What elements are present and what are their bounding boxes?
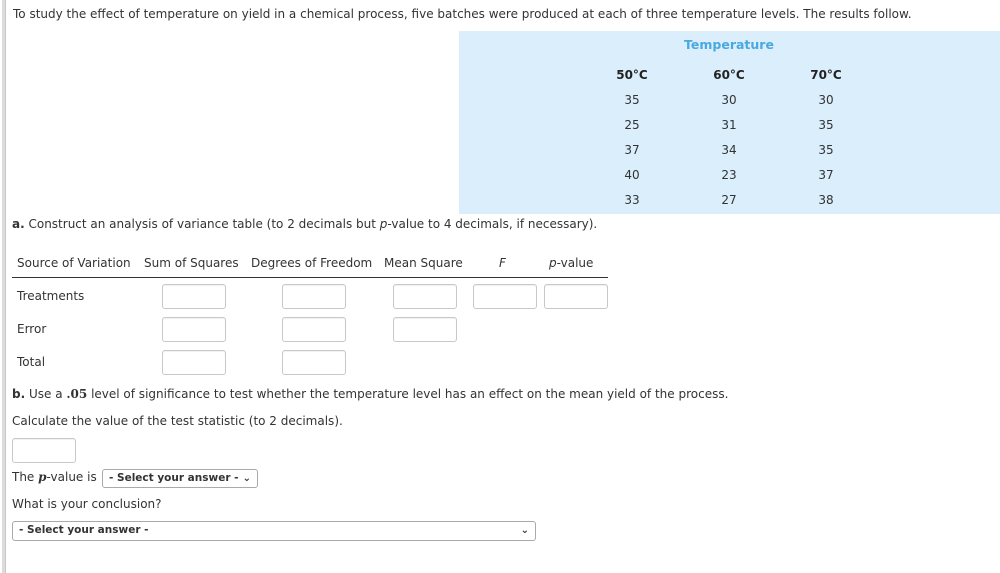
total-df-input[interactable] (282, 350, 346, 375)
cell: 37 (624, 143, 640, 157)
error-df-input[interactable] (282, 317, 346, 342)
treatments-df-input[interactable] (282, 284, 346, 309)
cell: 40 (624, 168, 640, 182)
cell: 25 (624, 118, 640, 132)
row-label-total: Total (17, 355, 46, 369)
header-p-value: p-value (549, 256, 593, 270)
cell: 33 (624, 193, 640, 207)
p-value-label-text: The (12, 470, 39, 484)
part-b-label: b. (12, 387, 26, 401)
error-ms-input[interactable] (393, 317, 457, 342)
treatments-ss-input[interactable] (162, 284, 226, 309)
cell: 38 (818, 193, 834, 207)
row-label-treatments: Treatments (17, 289, 85, 303)
chevron-down-icon: ⌄ (242, 473, 251, 484)
conclusion-select[interactable]: - Select your answer - ⌄ (12, 521, 536, 541)
test-statistic-input[interactable] (12, 438, 76, 463)
calc-instructions: Calculate the value of the test statisti… (12, 414, 343, 428)
row-label-error: Error (17, 322, 47, 336)
left-border (2, 0, 6, 573)
part-b-text-end: level of significance to test whether th… (87, 387, 729, 401)
conclusion-label: What is your conclusion? (12, 497, 162, 511)
column-header: 60°C (713, 68, 745, 82)
header-mean-square: Mean Square (384, 256, 463, 270)
chevron-down-icon: ⌄ (520, 525, 529, 536)
column-header: 50°C (616, 68, 648, 82)
header-divider (12, 277, 608, 278)
cell: 30 (721, 93, 737, 107)
p-value-select[interactable]: - Select your answer - ⌄ (102, 469, 258, 488)
error-ss-input[interactable] (162, 317, 226, 342)
p-value-label-suffix: -value is (46, 470, 97, 484)
header-f: F (499, 256, 506, 270)
cell: 30 (818, 93, 834, 107)
total-ss-input[interactable] (162, 350, 226, 375)
part-a-label: a. (12, 217, 25, 231)
part-a-text-end: -value to 4 decimals, if necessary). (387, 217, 598, 231)
conclusion-select-value: - Select your answer - (19, 524, 149, 536)
problem-intro: To study the effect of temperature on yi… (13, 7, 912, 21)
p-symbol: p (549, 256, 557, 270)
treatments-ms-input[interactable] (393, 284, 457, 309)
cell: 35 (818, 118, 834, 132)
cell: 37 (818, 168, 834, 182)
cell: 31 (721, 118, 737, 132)
part-b-text: Use a (25, 387, 67, 401)
header-source: Source of Variation (17, 256, 131, 270)
treatments-f-input[interactable] (473, 284, 537, 309)
header-sum-of-squares: Sum of Squares (144, 256, 239, 270)
part-b-instructions: b. Use a .05 level of significance to te… (12, 387, 728, 401)
column-header: 70°C (810, 68, 842, 82)
cell: 35 (624, 93, 640, 107)
p-suffix: -value (556, 256, 594, 270)
alpha-value: .05 (66, 387, 88, 401)
cell: 23 (721, 168, 737, 182)
treatments-p-value-input[interactable] (544, 284, 608, 309)
cell: 34 (721, 143, 737, 157)
table-title: Temperature (684, 37, 774, 52)
part-a-text: Construct an analysis of variance table … (24, 217, 380, 231)
temperature-data-table: Temperature 50°C 35 25 37 40 33 60°C 30 … (459, 31, 1000, 214)
p-symbol: p (38, 470, 47, 484)
cell: 35 (818, 143, 834, 157)
cell: 27 (721, 193, 737, 207)
p-value-select-value: - Select your answer - (109, 472, 239, 484)
p-value-label: The p-value is (12, 470, 97, 484)
header-degrees-of-freedom: Degrees of Freedom (251, 256, 373, 270)
part-a-instructions: a. Construct an analysis of variance tab… (12, 217, 597, 231)
